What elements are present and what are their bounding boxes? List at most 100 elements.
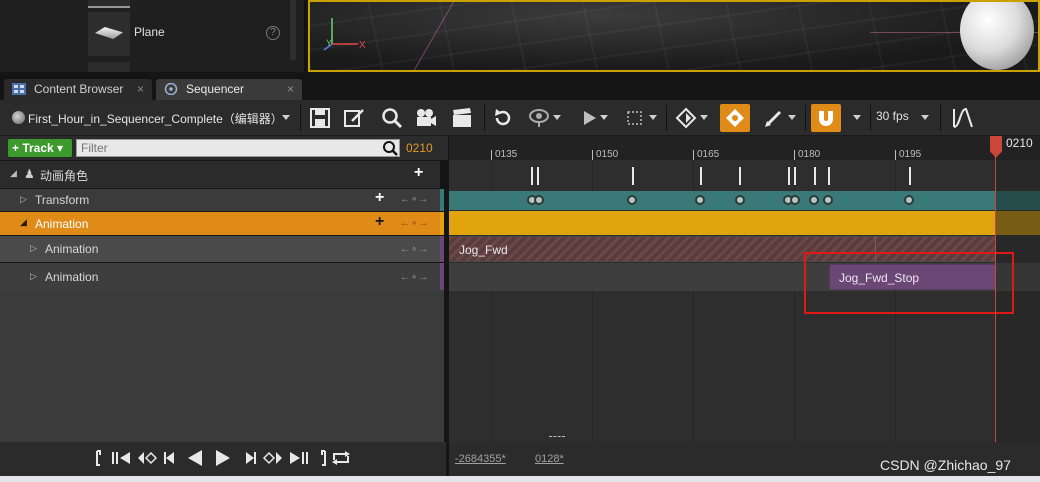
level-viewport[interactable]: Y X xyxy=(308,0,1040,72)
scroll-handle[interactable] xyxy=(549,436,565,439)
autokey-icon xyxy=(726,109,744,127)
track-row-animation-sub[interactable]: ▷ Animation ←∘→ xyxy=(0,263,440,291)
curve-editor-icon[interactable] xyxy=(952,107,974,129)
keyframe[interactable] xyxy=(809,195,819,205)
track-row-animation-sub[interactable]: ▷ Animation ←∘→ xyxy=(0,236,440,262)
chevron-down-icon[interactable] xyxy=(282,115,290,120)
collapse-arrow-icon[interactable]: ◢ xyxy=(20,217,27,228)
step-forward-icon[interactable] xyxy=(242,448,258,468)
keyframe[interactable] xyxy=(695,195,705,205)
summary-key-marker[interactable] xyxy=(814,167,816,185)
play-reverse-icon[interactable] xyxy=(186,448,204,468)
sequence-selector[interactable]: First_Hour_in_Sequencer_Complete（编辑器） xyxy=(10,110,283,127)
annotation-highlight-box xyxy=(804,252,1014,314)
framerate-selector[interactable]: 30 fps xyxy=(876,109,909,123)
summary-key-marker[interactable] xyxy=(531,167,533,185)
keyframe[interactable] xyxy=(735,195,745,205)
sphere-object[interactable] xyxy=(960,2,1034,70)
summary-key-marker[interactable] xyxy=(828,167,830,185)
chevron-down-icon[interactable] xyxy=(553,115,561,120)
snap-button[interactable] xyxy=(811,104,841,132)
help-icon[interactable]: ? xyxy=(266,26,280,40)
track-row-transform[interactable]: ▷ Transform + ←∘→ xyxy=(0,189,440,211)
refresh-icon[interactable] xyxy=(492,107,514,129)
expand-arrow-icon[interactable]: ▷ xyxy=(30,243,37,254)
key-navigation[interactable]: ←∘→ xyxy=(400,272,429,283)
current-frame-display[interactable]: 0210 xyxy=(406,141,433,155)
playhead-line[interactable] xyxy=(995,152,996,442)
timeline-area[interactable]: 0135 0150 0165 0180 0195 Jog_Fwd Jog_Fwd… xyxy=(449,136,1040,442)
toolbar-divider xyxy=(805,105,806,131)
keyframe[interactable] xyxy=(534,195,544,205)
step-forward-keys-icon[interactable] xyxy=(288,448,310,468)
jump-to-end-icon[interactable] xyxy=(316,448,328,468)
summary-key-marker[interactable] xyxy=(794,167,796,185)
chevron-down-icon[interactable] xyxy=(649,115,657,120)
view-range-end[interactable]: 0128* xyxy=(535,453,564,465)
clapper-icon[interactable] xyxy=(451,107,473,129)
loop-icon[interactable] xyxy=(330,448,352,468)
track-label: Transform xyxy=(35,193,90,207)
eye-icon[interactable] xyxy=(528,107,550,129)
view-range-start[interactable]: -2684355* xyxy=(455,453,506,465)
key-navigation[interactable]: ←∘→ xyxy=(400,218,429,229)
toolbar-divider xyxy=(940,105,941,131)
sequence-name: First_Hour_in_Sequencer_Complete（编辑器） xyxy=(28,112,283,126)
previous-key-icon[interactable] xyxy=(136,448,158,468)
close-icon[interactable]: × xyxy=(287,79,294,100)
add-track-button[interactable]: + Track ▾ xyxy=(8,139,72,157)
autokey-button[interactable] xyxy=(720,104,750,132)
key-icon[interactable] xyxy=(675,107,697,129)
summary-key-marker[interactable] xyxy=(909,167,911,185)
animation-lane[interactable] xyxy=(449,211,995,235)
time-ruler[interactable]: 0135 0150 0165 0180 0195 xyxy=(449,136,1040,160)
next-key-icon[interactable] xyxy=(262,448,284,468)
step-back-icon[interactable] xyxy=(162,448,178,468)
viewport-gizmo-line xyxy=(405,2,456,70)
add-icon[interactable]: + xyxy=(375,213,384,231)
edit-icon[interactable] xyxy=(343,107,365,129)
key-navigation[interactable]: ←∘→ xyxy=(400,194,429,205)
summary-key-marker[interactable] xyxy=(700,167,702,185)
close-icon[interactable]: × xyxy=(137,79,144,100)
asset-label-plane[interactable]: Plane xyxy=(134,25,165,39)
summary-key-marker[interactable] xyxy=(739,167,741,185)
selection-icon[interactable] xyxy=(624,107,646,129)
summary-key-marker[interactable] xyxy=(632,167,634,185)
gizmo-x-label: X xyxy=(359,40,366,51)
pen-icon[interactable] xyxy=(763,107,785,129)
scrollbar[interactable] xyxy=(290,0,296,60)
summary-key-marker[interactable] xyxy=(788,167,790,185)
play-icon[interactable] xyxy=(214,448,232,468)
chevron-down-icon[interactable] xyxy=(853,115,861,120)
chevron-down-icon[interactable] xyxy=(700,115,708,120)
track-row-actor[interactable]: ◢ ♟ 动画角色 + xyxy=(0,161,440,188)
chevron-down-icon[interactable] xyxy=(600,115,608,120)
tab-sequencer[interactable]: Sequencer × xyxy=(156,79,302,100)
track-row-animation-selected[interactable]: ◢ Animation + ←∘→ xyxy=(0,212,440,235)
asset-thumbnail[interactable] xyxy=(88,62,130,72)
play-icon[interactable] xyxy=(580,107,602,129)
filter-input[interactable] xyxy=(76,139,400,157)
chevron-down-icon[interactable] xyxy=(788,115,796,120)
asset-thumbnail[interactable] xyxy=(88,0,130,8)
keyframe[interactable] xyxy=(790,195,800,205)
keyframe[interactable] xyxy=(823,195,833,205)
summary-key-marker[interactable] xyxy=(537,167,539,185)
chevron-down-icon[interactable] xyxy=(921,115,929,120)
keyframe[interactable] xyxy=(904,195,914,205)
step-back-keys-icon[interactable] xyxy=(110,448,132,468)
collapse-arrow-icon[interactable]: ◢ xyxy=(10,168,17,179)
keyframe[interactable] xyxy=(627,195,637,205)
save-icon[interactable] xyxy=(309,107,331,129)
jump-to-start-icon[interactable] xyxy=(94,448,106,468)
search-icon[interactable] xyxy=(381,107,403,129)
expand-arrow-icon[interactable]: ▷ xyxy=(30,271,37,282)
key-navigation[interactable]: ←∘→ xyxy=(400,244,429,255)
search-icon[interactable] xyxy=(382,140,398,156)
camera-icon[interactable] xyxy=(415,107,437,129)
tab-content-browser[interactable]: Content Browser × xyxy=(4,79,152,100)
add-icon[interactable]: + xyxy=(375,189,384,207)
add-icon[interactable]: + xyxy=(414,164,423,182)
expand-arrow-icon[interactable]: ▷ xyxy=(20,194,27,205)
